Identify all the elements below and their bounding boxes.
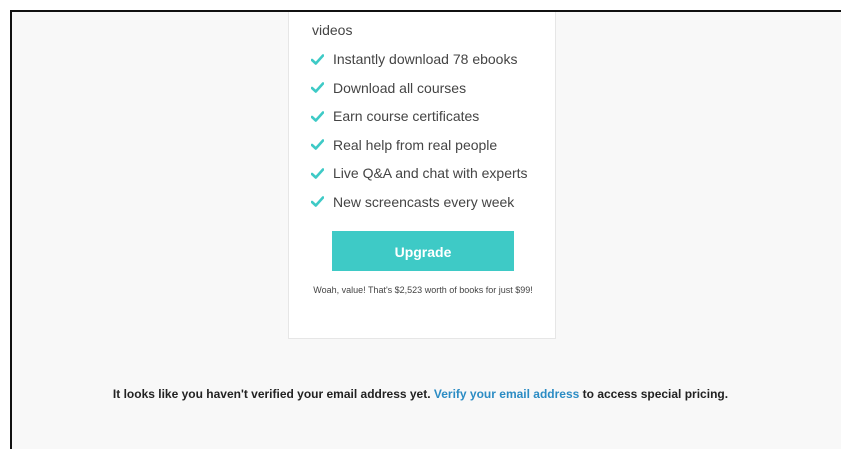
feature-item: New screencasts every week bbox=[311, 188, 528, 217]
feature-list: Instantly download 78 ebooks Download al… bbox=[311, 45, 528, 216]
checkmark-icon bbox=[311, 167, 324, 179]
feature-item: Download all courses bbox=[311, 74, 528, 103]
feature-label: New screencasts every week bbox=[333, 193, 515, 210]
value-note: Woah, value! That's $2,523 worth of book… bbox=[313, 285, 533, 295]
feature-item: Live Q&A and chat with experts bbox=[311, 159, 528, 188]
feature-label: Earn course certificates bbox=[333, 108, 480, 125]
verify-text-before: It looks like you haven't verified your … bbox=[112, 387, 431, 401]
upgrade-button[interactable]: Upgrade bbox=[332, 231, 514, 271]
feature-item: Earn course certificates bbox=[311, 102, 528, 131]
feature-label: Download all courses bbox=[333, 79, 467, 96]
page-viewport: videos Instantly download 78 ebooks Down… bbox=[10, 10, 841, 449]
checkmark-icon bbox=[311, 82, 324, 94]
checkmark-icon bbox=[311, 110, 324, 122]
feature-text-continuation: videos bbox=[312, 22, 353, 38]
verify-text-after: to access special pricing. bbox=[582, 387, 729, 401]
feature-label: Live Q&A and chat with experts bbox=[333, 165, 528, 182]
verify-email-link[interactable]: Verify your email address bbox=[434, 387, 579, 401]
email-verification-notice: It looks like you haven't verified your … bbox=[0, 387, 841, 401]
checkmark-icon bbox=[311, 196, 324, 208]
feature-label: Instantly download 78 ebooks bbox=[333, 51, 518, 68]
feature-item: Real help from real people bbox=[311, 131, 528, 160]
checkmark-icon bbox=[311, 139, 324, 151]
pricing-card: videos Instantly download 78 ebooks Down… bbox=[288, 12, 556, 339]
feature-item: Instantly download 78 ebooks bbox=[311, 45, 528, 74]
feature-label: Real help from real people bbox=[333, 136, 498, 153]
checkmark-icon bbox=[311, 53, 324, 65]
